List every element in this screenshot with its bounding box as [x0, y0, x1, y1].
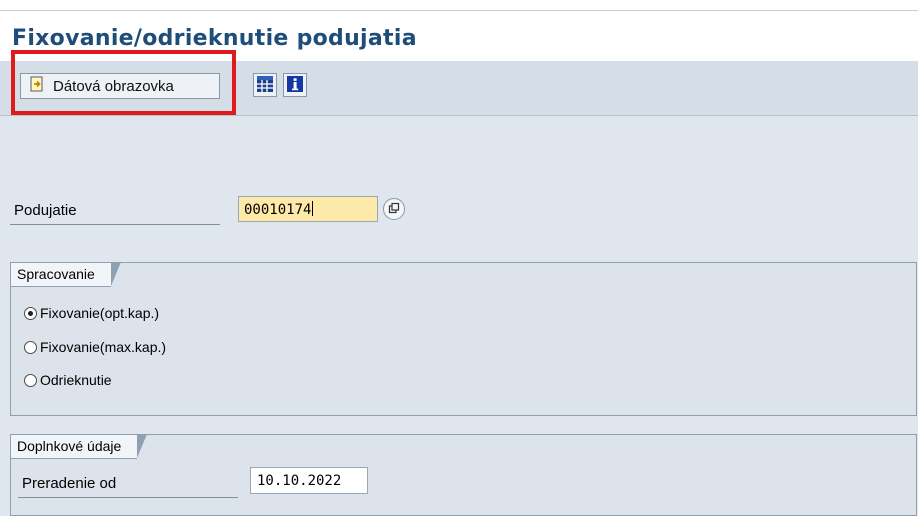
title-bar: Fixovanie/odrieknutie podujatia	[0, 11, 918, 61]
table-layout-icon	[256, 75, 274, 96]
additional-data-group: Doplnkové údaje	[10, 434, 917, 516]
radio-fix-opt[interactable]: Fixovanie(opt.kap.)	[24, 305, 159, 321]
preradenie-label: Preradenie od	[22, 475, 117, 492]
info-button[interactable]	[283, 73, 307, 97]
radio-cancel[interactable]: Odrieknutie	[24, 372, 112, 388]
radio-fix-max[interactable]: Fixovanie(max.kap.)	[24, 339, 166, 355]
radio-fix-opt-circle[interactable]	[24, 306, 37, 320]
data-screen-button[interactable]: Dátová obrazovka	[20, 73, 220, 99]
application-toolbar: Dátová obrazovka	[0, 61, 918, 116]
podujatie-value: 00010174	[244, 202, 312, 218]
processing-group-title: Spracovanie	[10, 262, 121, 287]
top-border	[0, 0, 918, 11]
info-icon	[286, 75, 304, 96]
page-title: Fixovanie/odrieknutie podujatia	[12, 26, 417, 51]
data-screen-label: Dátová obrazovka	[53, 77, 174, 95]
podujatie-label-underline	[10, 224, 220, 225]
podujatie-label: Podujatie	[14, 202, 77, 219]
podujatie-input[interactable]: 00010174	[238, 196, 378, 222]
preradenie-date-input[interactable]: 10.10.2022	[250, 467, 368, 494]
text-caret	[312, 201, 314, 216]
radio-fix-opt-label: Fixovanie(opt.kap.)	[40, 305, 160, 321]
table-layout-button[interactable]	[253, 73, 277, 97]
radio-fix-max-label: Fixovanie(max.kap.)	[40, 339, 167, 355]
value-help-button[interactable]	[383, 198, 405, 220]
radio-cancel-label: Odrieknutie	[40, 372, 112, 388]
value-help-icon	[388, 201, 400, 217]
radio-fix-max-circle[interactable]	[24, 340, 37, 354]
additional-data-group-title: Doplnkové údaje	[10, 434, 148, 459]
radio-cancel-circle[interactable]	[24, 373, 37, 387]
processing-group: Spracovanie Fixovanie(opt.kap.) Fixovani…	[10, 262, 917, 416]
enter-document-icon	[29, 76, 45, 96]
preradenie-label-underline	[18, 497, 238, 498]
